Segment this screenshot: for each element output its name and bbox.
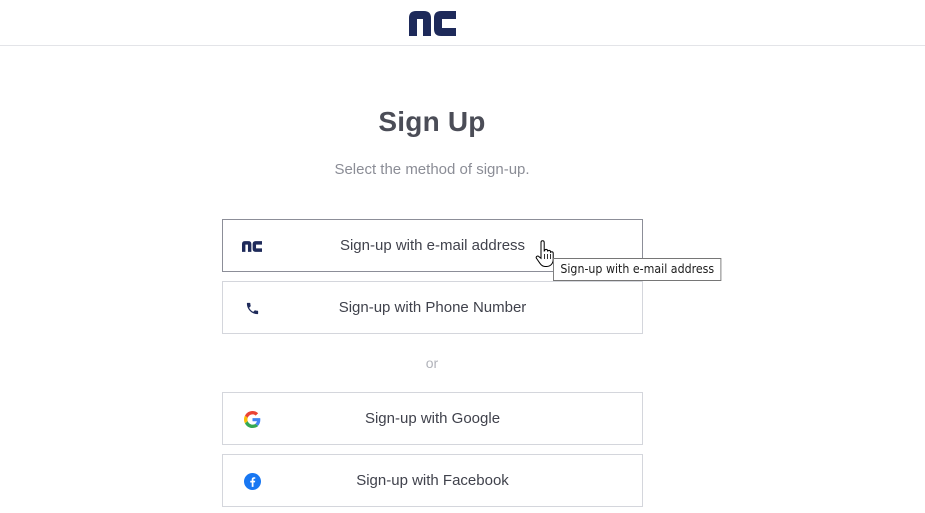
hand-cursor-icon — [535, 240, 554, 267]
signup-page: Sign Up Select the method of sign-up. Si… — [0, 0, 925, 513]
page-title: Sign Up — [378, 106, 486, 137]
phone-signup-button[interactable]: Sign-up with Phone Number — [222, 281, 643, 334]
facebook-signup-label: Sign-up with Facebook — [356, 472, 509, 489]
nc-logo-icon[interactable] — [409, 11, 456, 36]
facebook-signup-button[interactable]: Sign-up with Facebook — [222, 454, 643, 507]
google-signup-button[interactable]: Sign-up with Google — [222, 392, 643, 445]
google-signup-label: Sign-up with Google — [364, 410, 501, 427]
top-header — [0, 0, 925, 46]
tooltip: Sign-up with e-mail address — [553, 258, 722, 281]
phone-signup-label: Sign-up with Phone Number — [338, 299, 527, 316]
or-divider: or — [425, 355, 439, 371]
page-subtitle: Select the method of sign-up. — [334, 161, 530, 178]
